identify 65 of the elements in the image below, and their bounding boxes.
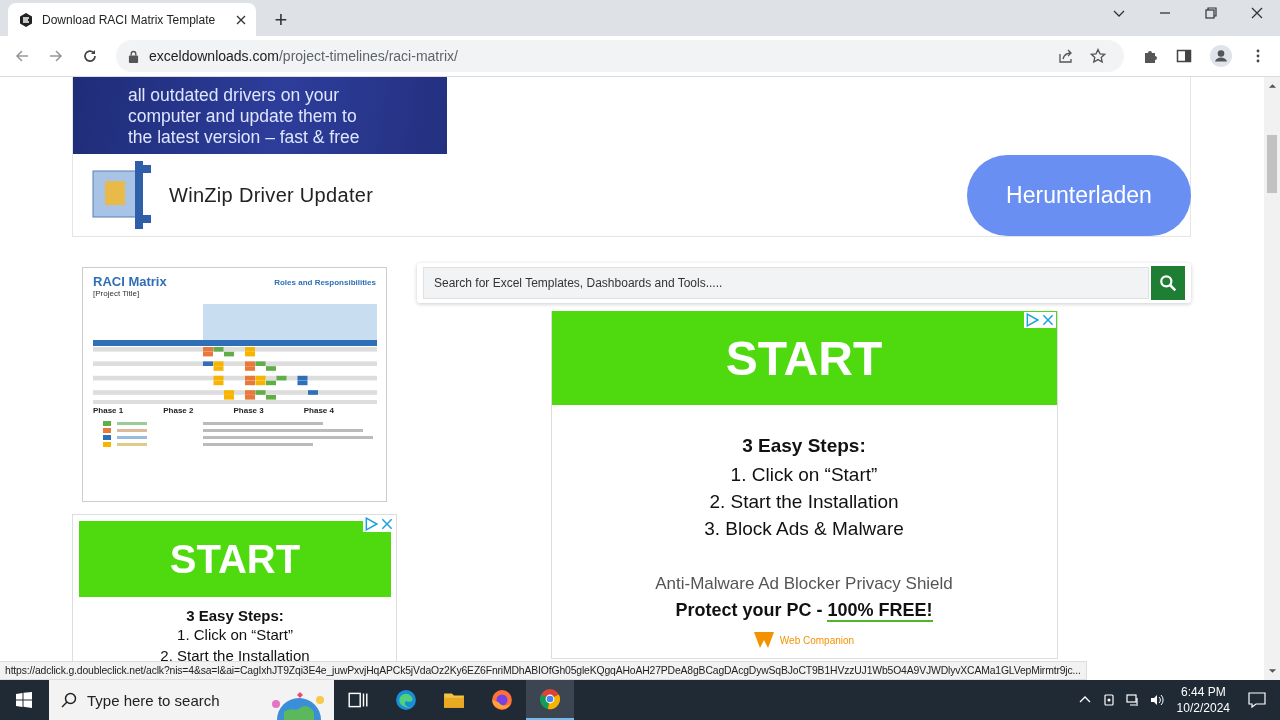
search-icon: [61, 692, 77, 708]
close-icon[interactable]: [236, 14, 246, 25]
banner-text: START: [169, 536, 301, 582]
back-icon[interactable]: [14, 48, 30, 64]
search-field[interactable]: Search for Excel Templates, Dashboards and Tools.....: [423, 267, 1149, 299]
address-bar[interactable]: exceldownloads.com/project-timelines/raci-matrix/: [116, 40, 1124, 72]
forward-icon[interactable]: [48, 48, 64, 64]
windows-start-icon[interactable]: [16, 692, 32, 708]
scroll-down-icon[interactable]: [1267, 668, 1277, 674]
ad-heading: 3 Easy Steps:: [186, 607, 284, 624]
ad-step: 2. Start the Installation: [709, 488, 899, 515]
taskbar-app[interactable]: [526, 680, 574, 720]
search-icon: [1159, 274, 1177, 292]
side-panel-icon[interactable]: [1176, 48, 1192, 64]
clock[interactable]: 6:44 PM 10/2/2024: [1176, 684, 1230, 716]
scroll-thumb[interactable]: [1267, 135, 1277, 193]
ad-step: 1. Click on “Start”: [177, 624, 293, 645]
speaker-icon[interactable]: [1149, 693, 1164, 707]
profile-icon[interactable]: [1210, 45, 1232, 67]
browser-tab[interactable]: Download RACI Matrix Template: [8, 3, 256, 36]
status-url: https://adclick.g.doubleclick.net/aclk?nis=4&sa=l&ai=CagIxhJT9Zqi3E4e_juwPxvjHqAPCk5jVdaOz2Ky6EZ6FnriMDhABIOfGh05gleKQgqAHoAH27PDeA8gBCagDAcgDywSqBJoCT9B1HVzzUJ1Wb5O4A9VJWDlyvXCAMa1GLVepMirmtr9jc...: [0, 661, 1087, 680]
restore-icon[interactable]: [1204, 5, 1218, 20]
taskbar-search-field[interactable]: Type here to search: [49, 680, 334, 720]
network-icon[interactable]: [1125, 693, 1140, 707]
close-icon[interactable]: [1250, 5, 1264, 20]
scrollbar[interactable]: [1264, 77, 1280, 680]
product-name: WinZip Driver Updater: [169, 183, 374, 207]
new-tab-button[interactable]: +: [266, 3, 296, 36]
swirl-icon: [395, 689, 417, 711]
clock-time: 6:44 PM: [1180, 684, 1226, 700]
site-logo-icon: [18, 11, 34, 28]
phase-label: Phase 4: [303, 406, 334, 415]
preview-subtitle: [Project Title]: [93, 289, 141, 298]
search-placeholder: Type here to search: [87, 691, 220, 709]
ad-step: 3. Block Ads & Malware: [704, 515, 904, 542]
reload-icon[interactable]: [82, 48, 98, 64]
notification-icon[interactable]: [1248, 691, 1266, 709]
chrome-icon: [539, 688, 561, 710]
ad-offer: Protect your PC - 100% FREE!: [675, 599, 933, 624]
preview-title: RACI Matrix: [93, 274, 167, 289]
ad-tagline: Anti-Malware Ad Blocker Privacy Shield: [655, 573, 953, 595]
clock-date: 10/2/2024: [1176, 700, 1230, 716]
device-icon[interactable]: [1101, 693, 1116, 707]
lock-icon: [128, 49, 139, 63]
puzzle-icon[interactable]: [1142, 48, 1158, 64]
url-text: exceldownloads.com/project-timelines/raci-matrix/: [149, 48, 458, 64]
phase-label: Phase 2: [163, 406, 194, 415]
brand-name: Web Companion: [779, 634, 855, 646]
fox-icon: [491, 689, 513, 711]
phase-label: Phase 1: [93, 406, 124, 415]
w-logo-icon: [753, 632, 774, 648]
ad-choices-icon[interactable]: [363, 516, 379, 532]
ad-heading: 3 Easy Steps:: [742, 434, 866, 458]
star-icon[interactable]: [1090, 48, 1106, 64]
ad-step: 1. Click on “Start”: [730, 461, 878, 488]
search-button[interactable]: [1151, 266, 1185, 300]
tab-title: Download RACI Matrix Template: [42, 12, 217, 27]
ad-text: all outdated drivers on your: [128, 85, 341, 106]
preview-heading: Roles and Responsibilities: [274, 278, 376, 289]
ad-text: computer and update them to: [128, 106, 358, 127]
phase-label: Phase 3: [233, 406, 264, 415]
share-icon[interactable]: [1058, 48, 1074, 64]
scroll-up-icon[interactable]: [1267, 83, 1277, 89]
ad-text: the latest version – fast & free: [128, 127, 361, 148]
banner-text: START: [725, 330, 883, 386]
